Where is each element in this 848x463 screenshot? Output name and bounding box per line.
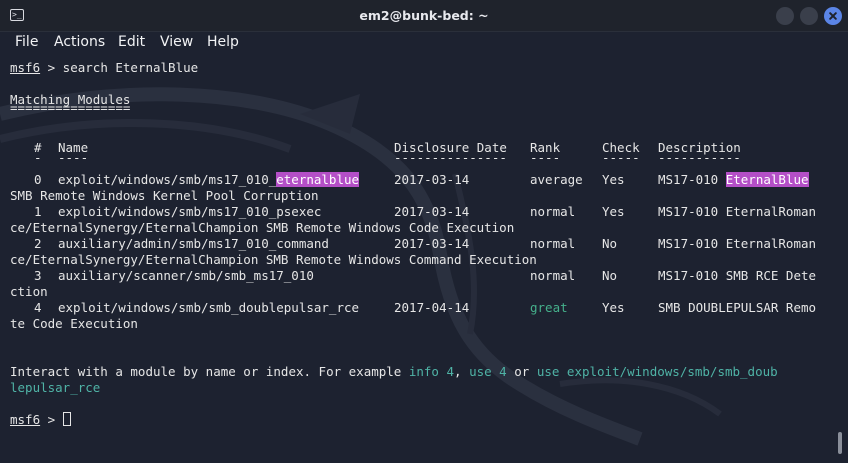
command-text: > search EternalBlue: [40, 60, 199, 75]
module-desc-prefix: MS17-010: [658, 172, 726, 187]
module-check: No: [602, 236, 618, 251]
module-date: 2017-03-14: [394, 236, 470, 251]
use-index-example: use 4: [469, 364, 507, 379]
module-name[interactable]: auxiliary/scanner/smb/smb_ms17_010: [58, 268, 314, 284]
rule-description: -----------: [658, 150, 741, 165]
module-num: 2: [34, 236, 42, 251]
module-rank: average: [530, 172, 583, 187]
module-num: 1: [34, 204, 42, 219]
module-description-wrap: te Code Execution: [10, 316, 138, 331]
module-check: Yes: [602, 172, 625, 187]
module-description: MS17-010 EternalRoman: [658, 236, 817, 251]
menu-view[interactable]: View: [160, 34, 193, 50]
module-check: No: [602, 268, 618, 283]
window-title: em2@bunk-bed: ~: [359, 8, 489, 23]
module-name[interactable]: exploit/windows/smb/ms17_010_eternalblue: [58, 172, 360, 188]
module-name-prefix: exploit/windows/smb/ms17_010_: [58, 172, 277, 187]
rule-rank: ----: [530, 150, 561, 165]
menu-help[interactable]: Help: [207, 34, 239, 50]
search-highlight: eternalblue: [276, 172, 360, 187]
menu-actions[interactable]: Actions: [54, 34, 105, 50]
minimize-button[interactable]: [776, 7, 794, 25]
module-description-wrap: ce/EternalSynergy/EternalChampion SMB Re…: [10, 220, 515, 235]
module-date: 2017-03-14: [394, 204, 470, 219]
heading-rule: ================: [10, 100, 131, 115]
module-name[interactable]: exploit/windows/smb/ms17_010_psexec: [58, 204, 321, 220]
info-example: info 4: [408, 364, 455, 379]
interact-hint: Interact with a module by name or index.…: [10, 364, 778, 380]
module-date: 2017-04-14: [394, 300, 470, 315]
interact-text: Interact with a module by name or index.…: [10, 364, 409, 379]
rule-check: -----: [602, 150, 640, 165]
module-description: MS17-010 SMB RCE Dete: [658, 268, 817, 283]
module-description-wrap: SMB Remote Windows Kernel Pool Corruptio…: [10, 188, 319, 203]
rule-num: -: [34, 150, 42, 165]
use-path-example: use exploit/windows/smb/smb_doub: [536, 364, 778, 379]
prompt-label: msf6: [10, 60, 41, 75]
module-check: Yes: [602, 300, 625, 315]
scrollbar[interactable]: [838, 432, 842, 454]
module-description: SMB DOUBLEPULSAR Remo: [658, 300, 817, 315]
module-rank: normal: [530, 268, 576, 283]
module-date: 2017-03-14: [394, 172, 470, 187]
rule-name: ----: [58, 150, 89, 165]
module-rank: great: [530, 300, 568, 315]
module-rank: normal: [530, 204, 576, 219]
terminal-output[interactable]: msf6 > search EternalBlue Matching Modul…: [0, 54, 848, 463]
menu-file[interactable]: File: [15, 34, 38, 50]
menu-bar: File Actions Edit View Help: [0, 32, 848, 54]
module-name[interactable]: exploit/windows/smb/smb_doublepulsar_rce: [58, 300, 359, 316]
command-line: msf6 > search EternalBlue: [10, 60, 198, 76]
prompt-separator: >: [40, 412, 63, 427]
interact-sep: or: [506, 364, 537, 379]
search-highlight: EternalBlue: [725, 172, 809, 187]
input-prompt-line[interactable]: msf6 >: [10, 412, 71, 428]
prompt-label: msf6: [10, 412, 41, 427]
module-rank: normal: [530, 236, 576, 251]
module-num: 3: [34, 268, 42, 283]
module-description-wrap: ction: [10, 284, 48, 299]
interact-hint-wrap: lepulsar_rce: [10, 380, 101, 395]
module-description: MS17-010 EternalBlue: [658, 172, 809, 188]
interact-sep: ,: [454, 364, 470, 379]
title-bar: >_ em2@bunk-bed: ~: [0, 0, 848, 32]
text-cursor: [62, 412, 71, 426]
module-num: 4: [34, 300, 42, 315]
module-check: Yes: [602, 204, 625, 219]
module-name[interactable]: auxiliary/admin/smb/ms17_010_command: [58, 236, 329, 252]
module-num: 0: [34, 172, 42, 187]
menu-edit[interactable]: Edit: [118, 34, 145, 50]
module-description-wrap: ce/EternalSynergy/EternalChampion SMB Re…: [10, 252, 537, 267]
maximize-button[interactable]: [800, 7, 818, 25]
close-button[interactable]: [824, 7, 842, 25]
rule-date: ---------------: [394, 150, 507, 165]
module-description: MS17-010 EternalRoman: [658, 204, 817, 219]
